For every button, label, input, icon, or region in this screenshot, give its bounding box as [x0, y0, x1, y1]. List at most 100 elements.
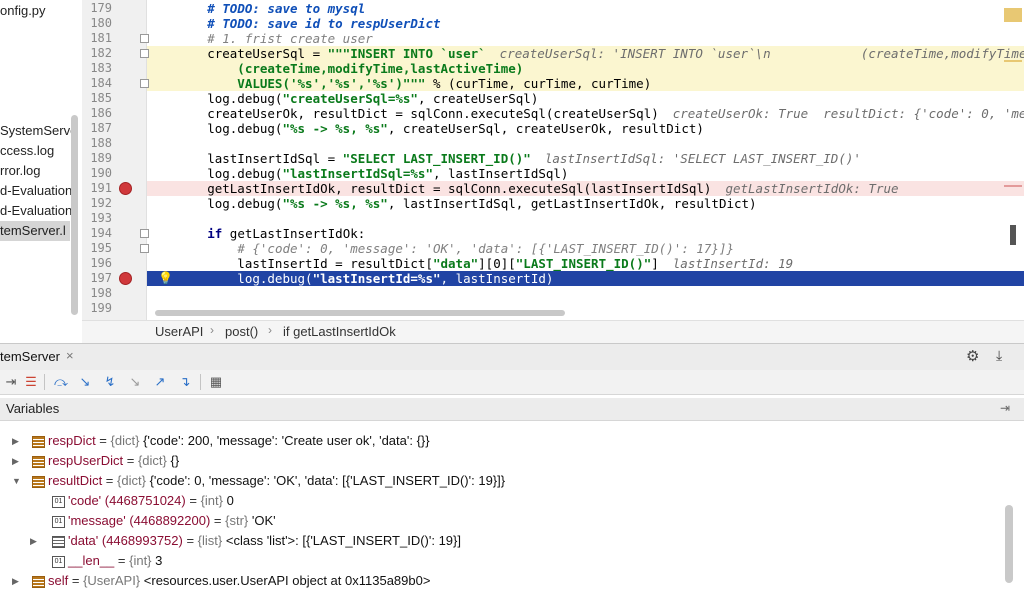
- line-number: 188: [90, 136, 112, 150]
- code-line[interactable]: if getLastInsertIdOk:: [147, 226, 1024, 241]
- code-line[interactable]: log.debug("%s -> %s, %s", createUserSql,…: [147, 121, 1024, 136]
- step-over-icon[interactable]: ⤼: [52, 373, 70, 391]
- minimize-icon[interactable]: ⤓: [996, 347, 1002, 364]
- code-line[interactable]: log.debug("createUserSql=%s", createUser…: [147, 91, 1024, 106]
- int-type-icon: 01: [52, 516, 65, 528]
- variable-value: <resources.user.UserAPI object at 0x1135…: [143, 573, 431, 588]
- variable-row[interactable]: ▶ 'data' (4468993752) = {list} <class 'li…: [0, 531, 1000, 551]
- code-line[interactable]: log.debug("%s -> %s, %s", lastInsertIdSq…: [147, 196, 1024, 211]
- variable-name: respDict: [48, 433, 96, 448]
- lightbulb-icon[interactable]: 💡: [158, 271, 173, 286]
- code-line[interactable]: createUserSql = """INSERT INTO `user` cre…: [147, 46, 1024, 61]
- code-line[interactable]: # TODO: save to mysql: [147, 1, 1024, 16]
- project-file[interactable]: onfig.py: [0, 1, 70, 21]
- variable-row[interactable]: 01'message' (4468892200) = {str} 'OK': [0, 511, 1000, 531]
- variable-row[interactable]: ▶ self = {UserAPI} <resources.user.UserAP…: [0, 571, 1000, 591]
- fold-icon[interactable]: [140, 34, 149, 43]
- code-line[interactable]: [147, 211, 1024, 226]
- variable-row[interactable]: 01 __len__ = {int} 3: [0, 551, 1000, 571]
- code-line[interactable]: createUserOk, resultDict = sqlConn.execu…: [147, 106, 1024, 121]
- code-token: , lastInsertId): [440, 271, 554, 286]
- code-line[interactable]: log.debug("lastInsertIdSql=%s", lastInse…: [147, 166, 1024, 181]
- step-out-icon[interactable]: ↗: [151, 373, 169, 391]
- fold-icon[interactable]: [140, 79, 149, 88]
- inline-debug-value: getLastInsertIdOk: True: [725, 181, 899, 196]
- code-editor[interactable]: # TODO: save to mysql # TODO: save id to…: [147, 0, 1024, 320]
- code-line[interactable]: VALUES('%s','%s','%s')""" % (curTime, cu…: [147, 76, 1024, 91]
- variable-value: 3: [155, 553, 163, 568]
- variable-equals: =: [68, 573, 84, 588]
- line-number: 183: [90, 61, 112, 75]
- variable-row[interactable]: ▼ resultDict = {dict} {'code': 0, 'messag…: [0, 471, 1000, 491]
- code-token: "%s -> %s, %s": [282, 196, 388, 211]
- code-line[interactable]: getLastInsertIdOk, resultDict = sqlConn.…: [147, 181, 1024, 196]
- dict-type-icon: [32, 476, 45, 488]
- gear-icon[interactable]: ⚙: [966, 347, 979, 365]
- variable-row[interactable]: 01'code' (4468751024) = {int} 0: [0, 491, 1000, 511]
- close-icon[interactable]: ×: [66, 348, 74, 363]
- breadcrumb-method[interactable]: post(): [225, 324, 258, 339]
- step-into-icon[interactable]: ↘: [76, 373, 94, 391]
- project-file[interactable]: d-Evaluation: [0, 181, 72, 201]
- code-token: log.debug(: [147, 121, 283, 136]
- expand-icon[interactable]: ▶: [12, 451, 22, 471]
- breadcrumb-class[interactable]: UserAPI: [155, 324, 203, 339]
- breadcrumb-block[interactable]: if getLastInsertIdOk: [283, 324, 396, 339]
- editor-horizontal-scrollbar[interactable]: [155, 310, 565, 316]
- code-line[interactable]: [147, 136, 1024, 151]
- force-step-into-icon[interactable]: ↘: [126, 373, 144, 391]
- pin-icon[interactable]: ⇥: [1000, 401, 1010, 415]
- variables-scrollbar[interactable]: [1005, 505, 1013, 583]
- breakpoint-icon[interactable]: [119, 272, 132, 285]
- current-execution-line[interactable]: log.debug("lastInsertId=%s", lastInsertI…: [147, 271, 1024, 286]
- variable-equals: =: [114, 553, 130, 568]
- project-file[interactable]: d-Evaluation: [0, 201, 72, 221]
- code-line[interactable]: # 1. frist create user: [147, 31, 1024, 46]
- line-number: 186: [90, 106, 112, 120]
- restore-layout-icon[interactable]: ⇥: [2, 373, 20, 391]
- variable-name: 'code' (4468751024): [68, 493, 186, 508]
- code-token: "lastInsertId=%s": [312, 271, 441, 286]
- code-line[interactable]: lastInsertId = resultDict["data"][0]["LA…: [147, 256, 1024, 271]
- variable-equals: =: [185, 493, 201, 508]
- fold-icon[interactable]: [140, 229, 149, 238]
- code-line[interactable]: [147, 286, 1024, 301]
- code-token: createUserSql =: [147, 46, 328, 61]
- code-line[interactable]: lastInsertIdSql = "SELECT LAST_INSERT_ID…: [147, 151, 1024, 166]
- code-line[interactable]: (createTime,modifyTime,lastActiveTime): [147, 61, 1024, 76]
- project-file[interactable]: ccess.log: [0, 141, 70, 161]
- fold-icon[interactable]: [140, 49, 149, 58]
- project-scrollbar[interactable]: [71, 115, 78, 315]
- expand-icon[interactable]: ▶: [12, 431, 22, 451]
- evaluate-expression-icon[interactable]: ▦: [207, 373, 225, 391]
- step-into-my-code-icon[interactable]: ↯: [101, 373, 119, 391]
- line-number: 198: [90, 286, 112, 300]
- variable-row[interactable]: ▶ respDict = {dict} {'code': 200, 'messag…: [0, 431, 1000, 451]
- fold-icon[interactable]: [140, 244, 149, 253]
- inline-debug-value: createUserOk: True resultDict: {'code': …: [672, 106, 1024, 121]
- variable-text: 'data' (4468993752) = {list} <class 'lis…: [68, 531, 461, 551]
- code-line[interactable]: # {'code': 0, 'message': 'OK', 'data': […: [147, 241, 1024, 256]
- editor-gutter[interactable]: 179 180 181 182 183 184 185 186 187 188 189 190 191 1…: [82, 0, 147, 320]
- expand-icon[interactable]: ▶: [30, 531, 40, 551]
- breakpoint-icon[interactable]: [119, 182, 132, 195]
- code-line[interactable]: # TODO: save id to respUserDict: [147, 16, 1024, 31]
- editor-error-stripe[interactable]: [1002, 0, 1024, 320]
- show-execution-point-icon[interactable]: ☰: [22, 373, 40, 391]
- breadcrumb-separator: ›: [268, 323, 272, 337]
- project-file[interactable]: SystemServe: [0, 121, 77, 141]
- project-file[interactable]: rror.log: [0, 161, 70, 181]
- variable-equals: =: [95, 433, 111, 448]
- expand-icon[interactable]: ▶: [12, 571, 22, 591]
- variable-row[interactable]: ▶ respUserDict = {dict} {}: [0, 451, 1000, 471]
- debug-tab-label[interactable]: temServer: [0, 349, 60, 364]
- collapse-icon[interactable]: ▼: [12, 471, 22, 491]
- line-number: 184: [90, 76, 112, 90]
- inline-debug-value: createUserSql: 'INSERT INTO `user`\n (cr…: [499, 46, 1024, 61]
- project-file[interactable]: temServer.l: [0, 221, 70, 241]
- variable-name: __len__: [68, 553, 115, 568]
- run-to-cursor-icon[interactable]: ↴: [176, 373, 194, 391]
- variables-tree[interactable]: ▶ respDict = {dict} {'code': 200, 'messag…: [0, 421, 1024, 590]
